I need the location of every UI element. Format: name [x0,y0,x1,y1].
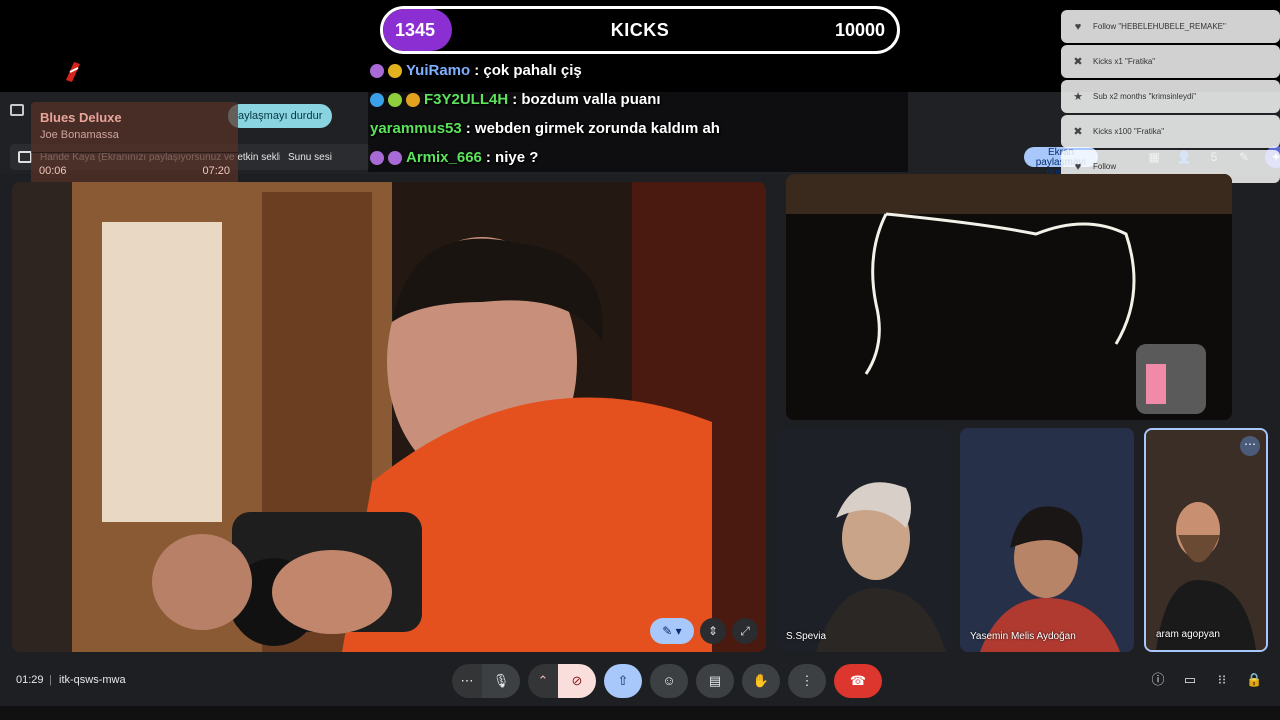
video-frame [12,182,766,652]
present-screen-icon[interactable]: ⇧ [604,664,642,698]
chat-username: Armix_666 [406,149,482,166]
chat-icon[interactable]: ▭ [1182,670,1198,690]
side-panel-icons: ⓘ ▭ ⁝⁝ 🔒 [1150,670,1262,690]
user-badge-icon [370,92,384,107]
kicks-goal: 10000 [834,20,885,40]
heart-icon: ♥ [1074,160,1082,173]
user-badge-icon [388,92,402,107]
alert-item: ✖ Kicks x1 "Fratika" [1061,45,1280,78]
screen-share-icon [10,104,24,116]
user-badge-icon [406,92,420,107]
alert-text: Sub x2 months "krimsinleydi" [1093,92,1197,101]
shared-screen-video [12,182,766,652]
alert-item: ♥ Follow "HEBELEHUBELE_REMAKE" [1061,10,1280,43]
user-badge-icon [388,150,402,165]
participant-tile-room[interactable] [786,174,1232,420]
user-badge-icon [388,63,402,78]
chat-overlay: YuiRamo: çok pahalı çiş F3Y2ULL4H: bozdum… [368,56,908,172]
screen: aylaşmayı durdur Hande Kaya (Ekranınızı … [0,0,1280,720]
alert-item: ★ Sub x2 months "krimsinleydi" [1061,80,1280,113]
participant-tile[interactable]: S.Spevia [776,428,952,652]
separator: | [49,674,52,686]
more-options-icon[interactable]: ⋯ [1240,436,1260,456]
participant-name: Yasemin Melis Aydoğan [970,631,1076,642]
chat-text: : webden girmek zorunda kaldım ah [465,120,720,137]
alert-text: Kicks x100 "Fratika" [1093,127,1165,136]
chat-username: F3Y2ULL4H [424,91,509,108]
mic-options-icon[interactable]: ⋯ [452,664,482,698]
streamer-logo-icon [66,62,80,82]
participant-tile[interactable]: Yasemin Melis Aydoğan [960,428,1134,652]
emoji-icon[interactable]: ☺ [650,664,688,698]
chat-message: F3Y2ULL4H: bozdum valla puanı [368,85,908,114]
taskbar-strip [0,706,1280,720]
kicks-icon: ✖ [1073,56,1083,68]
participant-video [776,428,952,652]
chat-text: : niye ? [485,149,539,166]
camera-options-icon[interactable]: ⌃ [528,664,558,698]
meet-bottom-bar: 01:29 | itk-qsws-mwa ⋯ 🎙 ⌃ ⊘ ⇧ ☺ ▤ ✋ ⋮ ☎… [0,658,1280,706]
chat-text: : bozdum valla puanı [512,91,661,108]
room-video [786,174,1232,420]
clock: 01:29 [16,674,44,686]
song-current-time: 00:06 [39,165,67,177]
presentation-audio-label[interactable]: Sunu sesi [288,152,332,163]
participant-tile-active[interactable]: ⋯ aram agopyan [1144,428,1268,652]
divider [31,152,238,153]
chat-message: YuiRamo: çok pahalı çiş [368,56,908,85]
chat-text: : çok pahalı çiş [474,62,582,79]
song-artist: Joe Bonamassa [40,129,119,141]
host-controls-icon[interactable]: 🔒 [1246,670,1262,690]
meeting-code: itk-qsws-mwa [59,674,126,686]
song-duration: 07:20 [202,165,230,177]
raise-hand-icon[interactable]: ✋ [742,664,780,698]
participant-name: S.Spevia [786,631,827,642]
participant-video [1146,430,1266,650]
chat-username: YuiRamo [406,62,471,79]
kicks-label: KICKS [610,20,670,40]
alert-text: Follow "HEBELEHUBELE_REMAKE" [1093,22,1226,31]
kicks-icon: ✖ [1073,126,1083,138]
activities-icon[interactable]: ⁝⁝ [1214,670,1230,690]
user-badge-icon [370,150,384,165]
pen-tool-button[interactable]: ✎ ▾ [650,618,694,644]
chat-message: yarammus53: webden girmek zorunda kaldım… [368,114,908,143]
stop-sharing-button[interactable]: aylaşmayı durdur [228,104,333,128]
participant-video [960,428,1134,652]
alert-item: ✖ Kicks x100 "Fratika" [1061,115,1280,148]
fullscreen-icon[interactable]: ⤢ [732,618,758,644]
alert-text: Follow [1093,162,1117,171]
chat-message: Armix_666: niye ? [368,143,908,172]
mic-icon[interactable]: 🎙 [482,664,520,698]
call-controls: ⋯ 🎙 ⌃ ⊘ ⇧ ☺ ▤ ✋ ⋮ ☎ [452,664,882,698]
kicks-goal-bar: 1345 KICKS 10000 [380,6,900,54]
captions-icon[interactable]: ▤ [696,664,734,698]
chat-username: yarammus53 [370,120,462,137]
leave-call-icon[interactable]: ☎ [834,664,882,698]
heart-icon: ♥ [1074,20,1082,33]
shared-video-controls: ✎ ▾ ⇕ ⤢ [650,618,758,644]
expand-vertical-icon[interactable]: ⇕ [700,618,726,644]
star-icon: ★ [1073,91,1083,103]
more-options-icon[interactable]: ⋮ [788,664,826,698]
user-badge-icon [370,63,384,78]
event-alerts-feed: ♥ Follow "HEBELEHUBELE_REMAKE" ✖ Kicks x1 "… [1061,10,1280,185]
present-icon [18,151,32,163]
now-playing-widget: Blues Deluxe Joe Bonamassa 00:06 07:20 [31,102,238,194]
camera-off-icon[interactable]: ⊘ [558,664,596,698]
participant-name: aram agopyan [1156,629,1220,640]
song-title: Blues Deluxe [40,110,122,125]
info-icon[interactable]: ⓘ [1150,670,1166,690]
alert-text: Kicks x1 "Fratika" [1093,57,1156,66]
camera-control: ⌃ ⊘ [528,664,596,698]
mic-control: ⋯ 🎙 [452,664,520,698]
share-status-row [10,104,24,116]
